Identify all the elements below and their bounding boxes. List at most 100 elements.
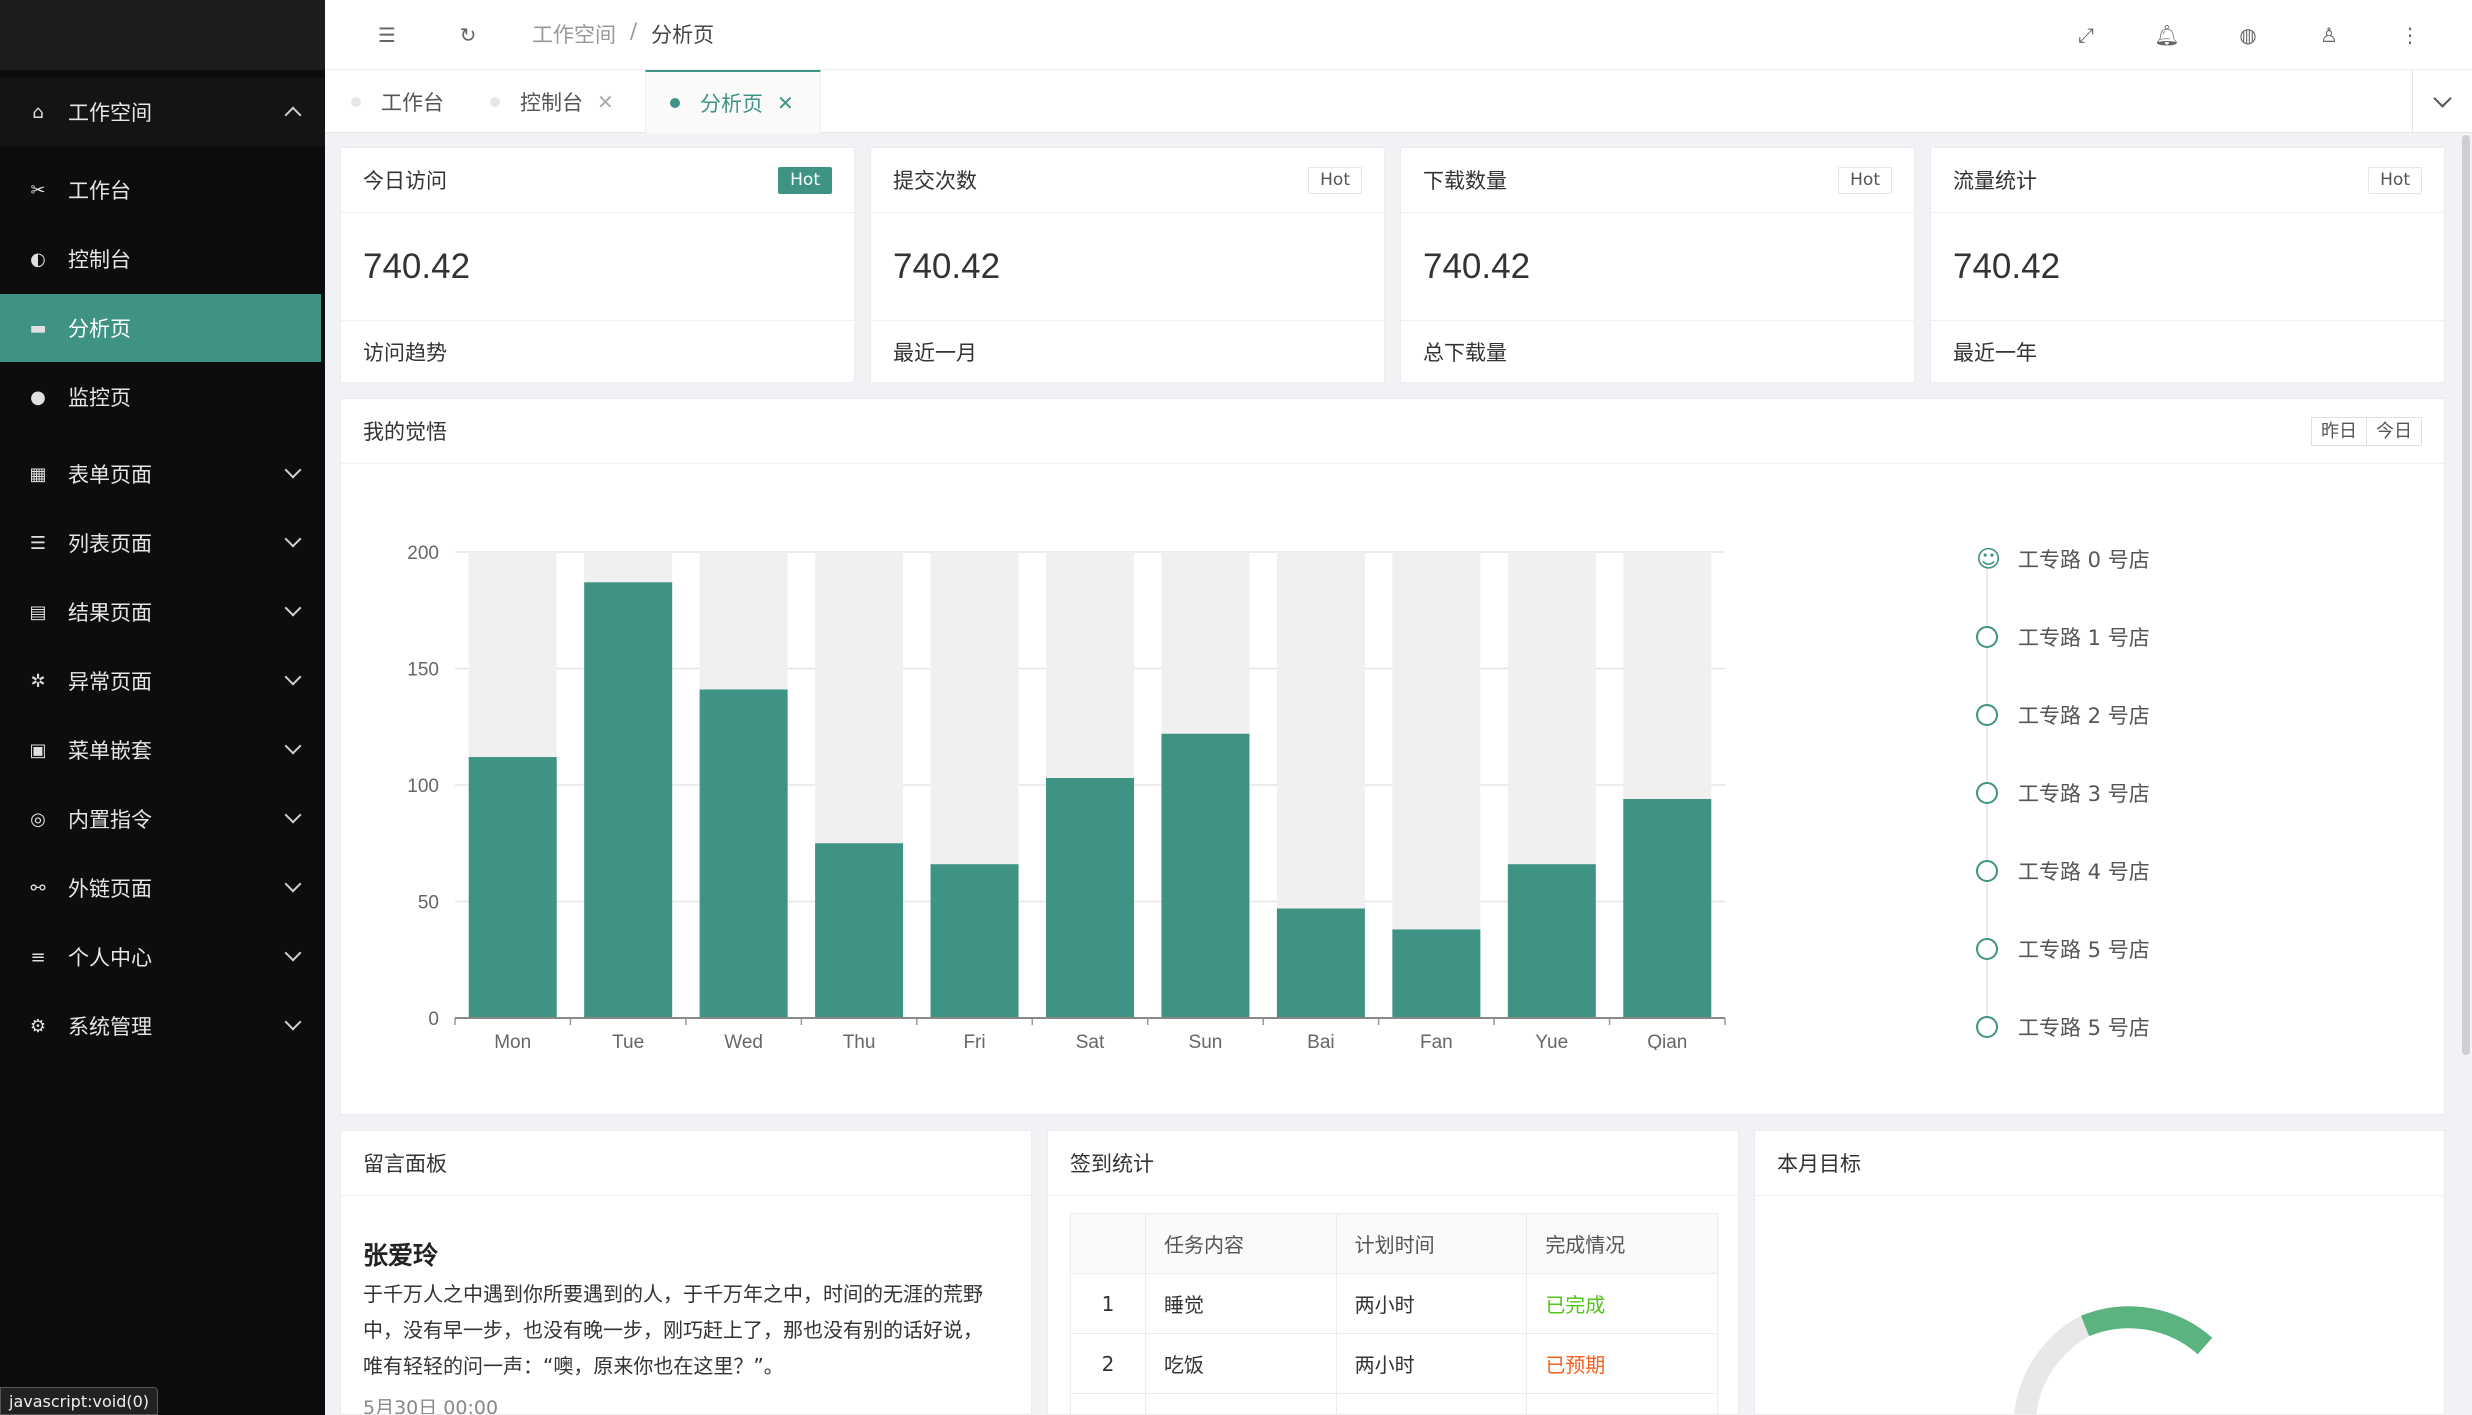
sidebar-item-directives[interactable]: ◎ 内置指令: [0, 785, 325, 853]
table-cell: [1145, 1393, 1337, 1414]
sidebar-item-results[interactable]: ▤ 结果页面: [0, 578, 325, 646]
timeline-label: 工专路 1 号店: [2018, 626, 2150, 650]
sidebar-item-profile[interactable]: ≡ 个人中心: [0, 923, 325, 991]
message-board-card: 留言面板 张爱玲 于千万人之中遇到你所要遇到的人，于千万年之中，时间的无涯的荒野…: [340, 1130, 1032, 1415]
message-date: 5月30日 00:00: [363, 1397, 499, 1415]
error-icon: ✲: [30, 670, 46, 692]
timeline-label: 工专路 0 号店: [2018, 548, 2150, 572]
tab-label: 控制台: [520, 90, 583, 115]
sidebar-item-exceptions[interactable]: ✲ 异常页面: [0, 647, 325, 715]
sidebar-item-label: 异常页面: [68, 670, 152, 694]
timeline-dot-icon: [1976, 1016, 1998, 1038]
message-board-header: 留言面板: [341, 1131, 1031, 1196]
sidebar-item-nested-menu[interactable]: ▣ 菜单嵌套: [0, 716, 325, 784]
smile-icon: ☺: [1976, 545, 2002, 573]
timeline-item: 工专路 1 号店: [1976, 622, 2150, 652]
timeline-dot-icon: [1976, 704, 1998, 726]
table-header-cell: [1070, 1213, 1146, 1274]
sidebar-item-label: 分析页: [68, 317, 131, 341]
refresh-icon[interactable]: ↻: [453, 20, 483, 50]
sidebar-item-console[interactable]: ◐ 控制台: [0, 225, 325, 293]
stat-card-title: 下载数量: [1423, 169, 1507, 193]
sidebar-item-label: 菜单嵌套: [68, 739, 152, 763]
fullscreen-icon[interactable]: ⤢: [2071, 20, 2101, 50]
bar: [584, 582, 673, 1018]
sign-stats-table: 任务内容 计划时间 完成情况 1 睡觉 两小时 已完成 2 吃饭 两小时 已预期: [1070, 1213, 1718, 1414]
table-cell: [1335, 1393, 1528, 1414]
form-icon: ▦: [29, 463, 47, 485]
tabs-more-button[interactable]: [2412, 70, 2472, 133]
chevron-down-icon: [284, 806, 302, 824]
stat-card-header: 流量统计 Hot: [1931, 148, 2444, 213]
y-tick-label: 50: [418, 893, 439, 914]
sidebar-item-forms[interactable]: ▦ 表单页面: [0, 440, 325, 508]
table-cell: 吃饭: [1145, 1333, 1337, 1394]
sign-stats-header: 签到统计: [1048, 1131, 1738, 1196]
breadcrumb-item[interactable]: 工作空间: [532, 19, 616, 49]
bar: [1507, 864, 1596, 1018]
timeline-item: 工专路 5 号店: [1976, 934, 2150, 964]
stat-card-header: 下载数量 Hot: [1401, 148, 1914, 213]
table-header-row: 任务内容 计划时间 完成情况: [1070, 1213, 1718, 1274]
y-tick-label: 200: [407, 543, 439, 564]
top-header: ☰ ↻ 工作空间 / 分析页 ⤢ 🔔︎ ◍ ♙ ⋮: [325, 0, 2472, 70]
stat-card-downloads: 下载数量 Hot 740.42 总下载量: [1400, 147, 1915, 383]
chevron-down-icon: [284, 875, 302, 893]
sidebar-item-label: 工作台: [68, 179, 131, 203]
close-icon[interactable]: ✕: [597, 90, 614, 114]
bar: [930, 864, 1019, 1018]
timeline-label: 工专路 5 号店: [2018, 938, 2150, 962]
hot-badge: Hot: [778, 167, 832, 194]
yesterday-button[interactable]: 昨日: [2311, 417, 2367, 446]
timeline-label: 工专路 3 号店: [2018, 782, 2150, 806]
y-tick-label: 0: [428, 1009, 439, 1030]
tab-bar: 工作台 控制台 ✕ 分析页 ✕: [325, 70, 2472, 133]
table-cell: 两小时: [1335, 1273, 1528, 1334]
sidebar-item-analysis[interactable]: ▬ 分析页: [0, 294, 321, 362]
x-tick-label: Qian: [1647, 1032, 1687, 1050]
bell-icon[interactable]: 🔔︎: [2152, 20, 2182, 50]
chevron-down-icon: [284, 1013, 302, 1031]
sidebar-item-external-links[interactable]: ⚯ 外链页面: [0, 854, 325, 922]
sidebar-item-label: 内置指令: [68, 808, 152, 832]
hot-badge: Hot: [2368, 167, 2422, 194]
sidebar-item-system[interactable]: ⚙ 系统管理: [0, 992, 325, 1060]
y-tick-label: 100: [407, 776, 439, 797]
x-tick-label: Sat: [1076, 1032, 1105, 1050]
console-icon: ◐: [30, 248, 46, 270]
close-icon[interactable]: ✕: [777, 91, 794, 115]
menu-fold-icon[interactable]: ☰: [372, 20, 402, 50]
timeline-dot-icon: [1976, 860, 1998, 882]
tab-workbench[interactable]: 工作台: [351, 70, 444, 133]
sidebar-item-workbench[interactable]: ✂ 工作台: [0, 156, 325, 224]
sidebar-logo-area: [0, 0, 325, 70]
breadcrumb-current: 分析页: [651, 23, 715, 47]
hot-badge: Hot: [1308, 167, 1362, 194]
sidebar-item-label: 外链页面: [68, 877, 152, 901]
tools-icon: ✂: [30, 179, 46, 201]
sidebar-item-monitor[interactable]: ● 监控页: [0, 363, 325, 431]
bar: [815, 843, 904, 1018]
timeline-item: 工专路 5 号店: [1976, 1012, 2150, 1042]
breadcrumb-separator: /: [630, 19, 638, 43]
tab-dot-icon: [670, 97, 680, 108]
table-header-cell: 计划时间: [1335, 1213, 1528, 1274]
tab-console[interactable]: 控制台 ✕: [490, 70, 614, 133]
status-cell: 已预期: [1526, 1333, 1718, 1394]
chevron-down-icon: [284, 599, 302, 617]
chevron-down-icon: [284, 461, 302, 479]
more-vertical-icon[interactable]: ⋮: [2395, 20, 2425, 50]
message-author: 张爱玲: [363, 1241, 439, 1270]
sidebar-item-lists[interactable]: ☰ 列表页面: [0, 509, 325, 577]
sidebar-item-workspace[interactable]: ⌂ 工作空间: [0, 78, 325, 146]
today-button[interactable]: 今日: [2367, 417, 2422, 446]
tab-analysis[interactable]: 分析页 ✕: [645, 70, 821, 133]
globe-icon[interactable]: ◍: [2233, 20, 2263, 50]
gauge-track: [2014, 1316, 2091, 1414]
page-scrollbar[interactable]: [2462, 135, 2470, 1055]
bar-chart: 0 50 100 150 200 Mon Tue Wed Thu Fri Sat Sun Bai Fan Y…: [407, 543, 1726, 1050]
user-icon[interactable]: ♙: [2314, 20, 2344, 50]
x-tick-label: Wed: [724, 1032, 763, 1050]
gear-icon: ⚙: [29, 1015, 47, 1037]
stat-value: 740.42: [341, 213, 854, 321]
